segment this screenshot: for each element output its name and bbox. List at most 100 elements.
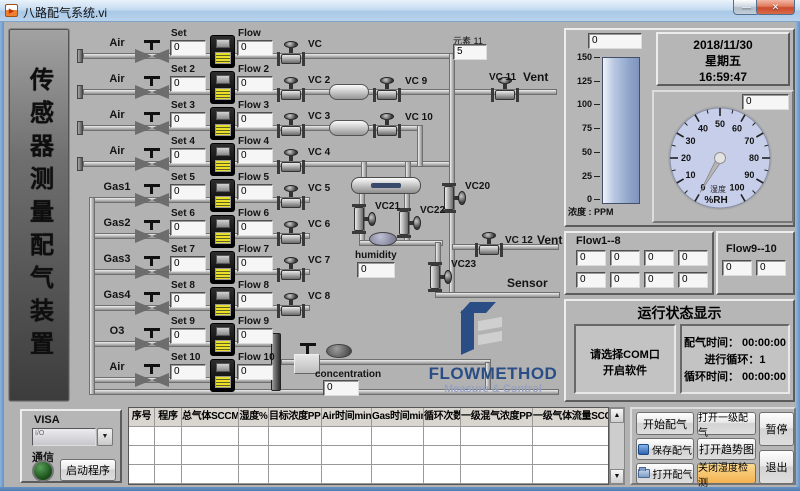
table-cell[interactable]: [239, 427, 269, 446]
gas-label: Gas1: [91, 181, 143, 193]
exit-button[interactable]: 退出: [759, 450, 794, 484]
gas-flow-diagram: AirSet0Flow0VCAirSet 20Flow 20VC 2AirSet…: [75, 28, 565, 404]
table-row[interactable]: [129, 427, 608, 446]
set-input[interactable]: 0: [170, 364, 206, 380]
flow-output: 0: [237, 292, 273, 308]
tank-tick-label: 150: [566, 52, 592, 62]
set-input[interactable]: 0: [170, 40, 206, 56]
table-cell[interactable]: [461, 465, 533, 484]
set-input[interactable]: 0: [170, 292, 206, 308]
table-cell[interactable]: [269, 465, 322, 484]
close-humidity-detect-button[interactable]: 关闭湿度检测: [697, 463, 756, 484]
tank-caption: 浓度 : PPM: [568, 205, 638, 218]
sidebar: 传感器测量配气装置: [8, 28, 70, 402]
flow-output: 0: [237, 76, 273, 92]
table-cell[interactable]: [322, 427, 372, 446]
mfc-icon: [210, 287, 235, 320]
flow18-value: 0: [576, 272, 606, 288]
table-cell[interactable]: [239, 446, 269, 465]
set-input[interactable]: 0: [170, 76, 206, 92]
table-cell[interactable]: [424, 446, 461, 465]
table-cell[interactable]: [155, 446, 182, 465]
flow18-value: 0: [678, 272, 708, 288]
table-cell[interactable]: [129, 446, 155, 465]
mfc-icon: [210, 143, 235, 176]
pause-button[interactable]: 暂停: [759, 412, 794, 446]
visa-resource-combo[interactable]: I/O: [32, 428, 96, 446]
humidity-gauge: 0102030405060708090100湿度%RH: [656, 96, 790, 222]
vc23-valve-icon: [428, 262, 452, 292]
table-scrollbar[interactable]: ▲ ▼: [609, 407, 625, 485]
vc-valve-icon: [277, 185, 305, 211]
table-cell[interactable]: [155, 427, 182, 446]
set-input[interactable]: 0: [170, 184, 206, 200]
table-cell[interactable]: [533, 465, 609, 484]
table-cell[interactable]: [461, 446, 533, 465]
table-header-cell: Gas时间min: [372, 408, 424, 427]
vc-valve-icon: [277, 293, 305, 319]
close-button[interactable]: ✕: [756, 0, 795, 15]
table-cell[interactable]: [182, 427, 239, 446]
gas-label: Air: [91, 73, 143, 85]
title-bar[interactable]: ▶ 八路配气系统.vi — ❐ ✕: [0, 0, 800, 22]
start-program-button[interactable]: 启动程序: [60, 459, 116, 481]
set-input[interactable]: 0: [170, 148, 206, 164]
svg-text:%RH: %RH: [704, 195, 727, 206]
table-cell[interactable]: [533, 427, 609, 446]
set-input[interactable]: 0: [170, 328, 206, 344]
table-cell[interactable]: [322, 465, 372, 484]
table-cell[interactable]: [533, 446, 609, 465]
vc10-valve-icon: [373, 113, 401, 139]
tank-tick-label: 25: [566, 171, 592, 181]
program-table[interactable]: 序号程序总气体SCCM湿度%目标浓度PPMAir时间minGas时间min循环次…: [128, 407, 609, 485]
table-header-cell: 总气体SCCM: [182, 408, 239, 427]
open-trend-button[interactable]: 打开趋势图: [697, 438, 756, 460]
table-cell[interactable]: [424, 427, 461, 446]
table-cell[interactable]: [322, 446, 372, 465]
table-header-cell: 一级气体流量SCCM: [533, 408, 609, 427]
set-input[interactable]: 0: [170, 256, 206, 272]
table-cell[interactable]: [372, 465, 424, 484]
start-dispense-button[interactable]: 开始配气: [636, 412, 694, 435]
svg-text:10: 10: [686, 170, 696, 180]
set-label: Set 8: [171, 280, 195, 291]
table-cell[interactable]: [129, 465, 155, 484]
element11-input[interactable]: 5: [453, 44, 487, 60]
scroll-down-icon[interactable]: ▼: [610, 469, 624, 484]
table-cell[interactable]: [372, 446, 424, 465]
vc-valve-label: VC 4: [308, 147, 330, 158]
clock-weekday: 星期五: [658, 53, 788, 69]
table-cell[interactable]: [372, 427, 424, 446]
status-dispense-time: 配气时间： 00:00:00: [680, 334, 790, 350]
scroll-up-icon[interactable]: ▲: [610, 408, 624, 423]
set-label: Set 7: [171, 244, 195, 255]
table-cell[interactable]: [461, 427, 533, 446]
table-row[interactable]: [129, 446, 608, 465]
flow-label: Flow 5: [238, 172, 269, 183]
visa-combo-dropdown[interactable]: ▼: [97, 428, 113, 446]
mfc-icon: [210, 179, 235, 212]
table-cell[interactable]: [129, 427, 155, 446]
table-cell[interactable]: [424, 465, 461, 484]
table-cell[interactable]: [269, 427, 322, 446]
table-cell[interactable]: [269, 446, 322, 465]
vc21-label: VC21: [375, 201, 400, 212]
vc-valve-label: VC: [308, 39, 322, 50]
vc20-label: VC20: [465, 181, 490, 192]
table-cell[interactable]: [182, 465, 239, 484]
mixing-chamber-icon: [351, 177, 421, 194]
set-input[interactable]: 0: [170, 220, 206, 236]
save-icon: [638, 444, 649, 455]
status-cycle-time: 循环时间： 00:00:00: [680, 368, 790, 384]
open-dispense-button[interactable]: 打开配气: [636, 463, 694, 484]
table-cell[interactable]: [182, 446, 239, 465]
table-cell[interactable]: [155, 465, 182, 484]
save-dispense-button[interactable]: 保存配气: [636, 438, 694, 460]
set-label: Set 9: [171, 316, 195, 327]
set-input[interactable]: 0: [170, 112, 206, 128]
table-cell[interactable]: [239, 465, 269, 484]
table-header-cell: 循环次数: [424, 408, 461, 427]
status-message-line1: 请选择COM口: [574, 346, 676, 362]
table-row[interactable]: [129, 465, 608, 484]
open-primary-dispense-button[interactable]: 打开一级配气: [697, 412, 756, 435]
